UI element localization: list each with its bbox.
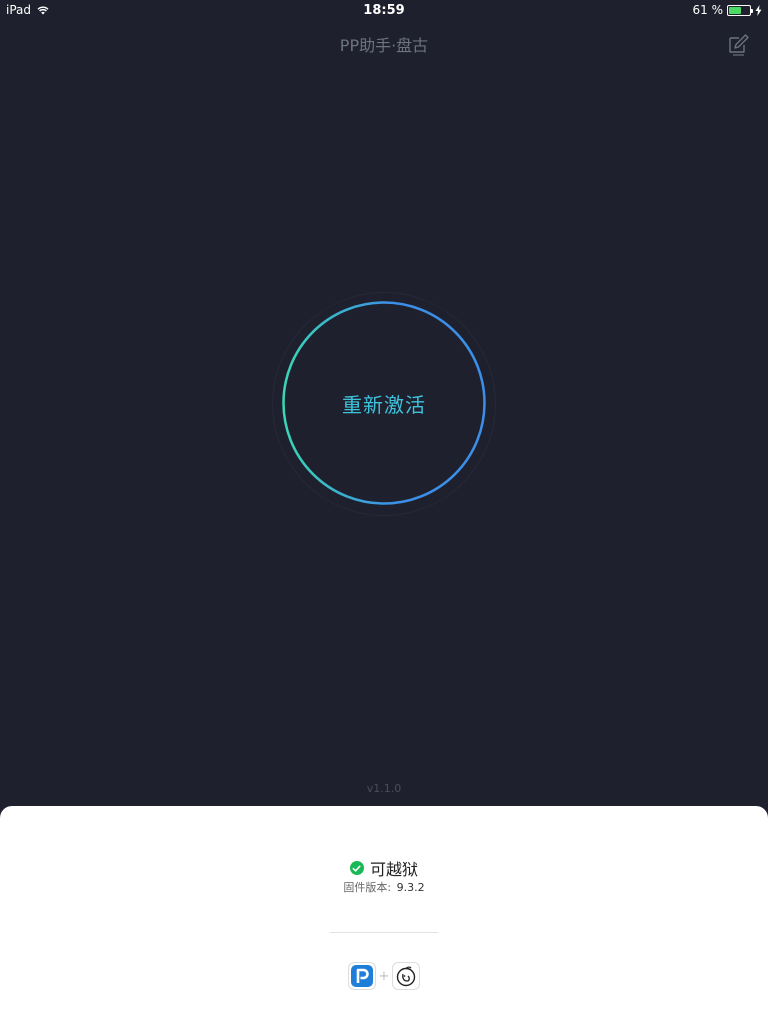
charging-bolt-icon (755, 4, 762, 16)
divider (330, 932, 438, 933)
pp-logo-icon (347, 962, 376, 990)
battery-percent: 61 % (692, 3, 724, 17)
jailbreak-status-text: 可越狱 (369, 860, 418, 879)
battery-icon (727, 4, 753, 16)
partner-logos: + (0, 962, 768, 990)
firmware-version: 固件版本: 9.3.2 (0, 879, 768, 895)
firmware-value: 9.3.2 (396, 881, 425, 894)
nav-title: PP助手·盘古 (339, 36, 429, 55)
firmware-label: 固件版本: (343, 881, 392, 894)
plus-sign: + (378, 968, 390, 984)
edit-note-icon[interactable] (726, 33, 750, 57)
status-bar: iPad 18:59 61 % (0, 0, 768, 20)
reactivate-button[interactable] (282, 301, 486, 505)
app-screen: iPad 18:59 61 % PP助手·盘古 重新激活 v1.1.0 可越狱 … (0, 0, 768, 1024)
status-right: 61 % (693, 3, 763, 17)
battery-fill (729, 6, 742, 14)
check-circle-icon (349, 861, 364, 875)
pangu-logo-icon (392, 962, 421, 990)
app-version: v1.1.0 (366, 782, 402, 795)
jailbreak-status: 可越狱 (0, 856, 768, 880)
status-time: 18:59 (363, 3, 405, 18)
bottom-sheet: 可越狱 固件版本: 9.3.2 + (0, 806, 768, 1024)
